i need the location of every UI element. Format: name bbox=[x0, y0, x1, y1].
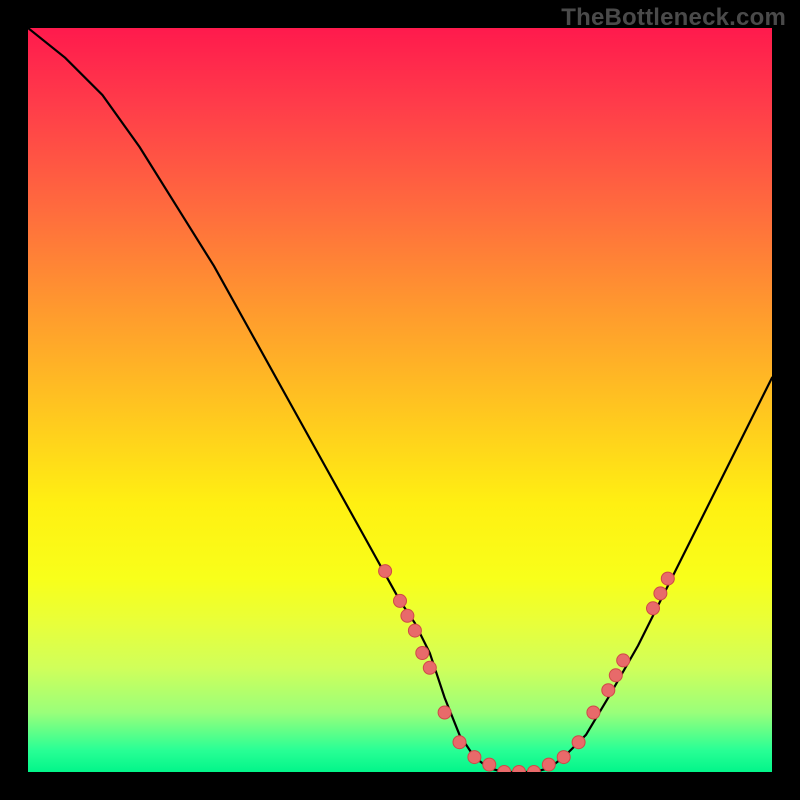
data-point bbox=[394, 594, 407, 607]
data-point bbox=[661, 572, 674, 585]
data-point bbox=[401, 609, 414, 622]
highlighted-points-group bbox=[379, 565, 675, 772]
plot-area bbox=[28, 28, 772, 772]
data-point bbox=[468, 751, 481, 764]
data-point bbox=[587, 706, 600, 719]
data-point bbox=[617, 654, 630, 667]
data-point bbox=[557, 751, 570, 764]
data-point bbox=[572, 736, 585, 749]
data-point bbox=[408, 624, 421, 637]
data-point bbox=[654, 587, 667, 600]
data-point bbox=[483, 758, 496, 771]
curve-svg bbox=[28, 28, 772, 772]
bottleneck-curve-path bbox=[28, 28, 772, 772]
data-point bbox=[602, 684, 615, 697]
data-point bbox=[647, 602, 660, 615]
data-point bbox=[453, 736, 466, 749]
data-point bbox=[542, 758, 555, 771]
data-point bbox=[423, 661, 436, 674]
data-point bbox=[609, 669, 622, 682]
data-point bbox=[527, 766, 540, 773]
data-point bbox=[416, 647, 429, 660]
data-point bbox=[498, 766, 511, 773]
chart-container: TheBottleneck.com bbox=[0, 0, 800, 800]
watermark-text: TheBottleneck.com bbox=[561, 4, 786, 32]
data-point bbox=[513, 766, 526, 773]
data-point bbox=[438, 706, 451, 719]
data-point bbox=[379, 565, 392, 578]
